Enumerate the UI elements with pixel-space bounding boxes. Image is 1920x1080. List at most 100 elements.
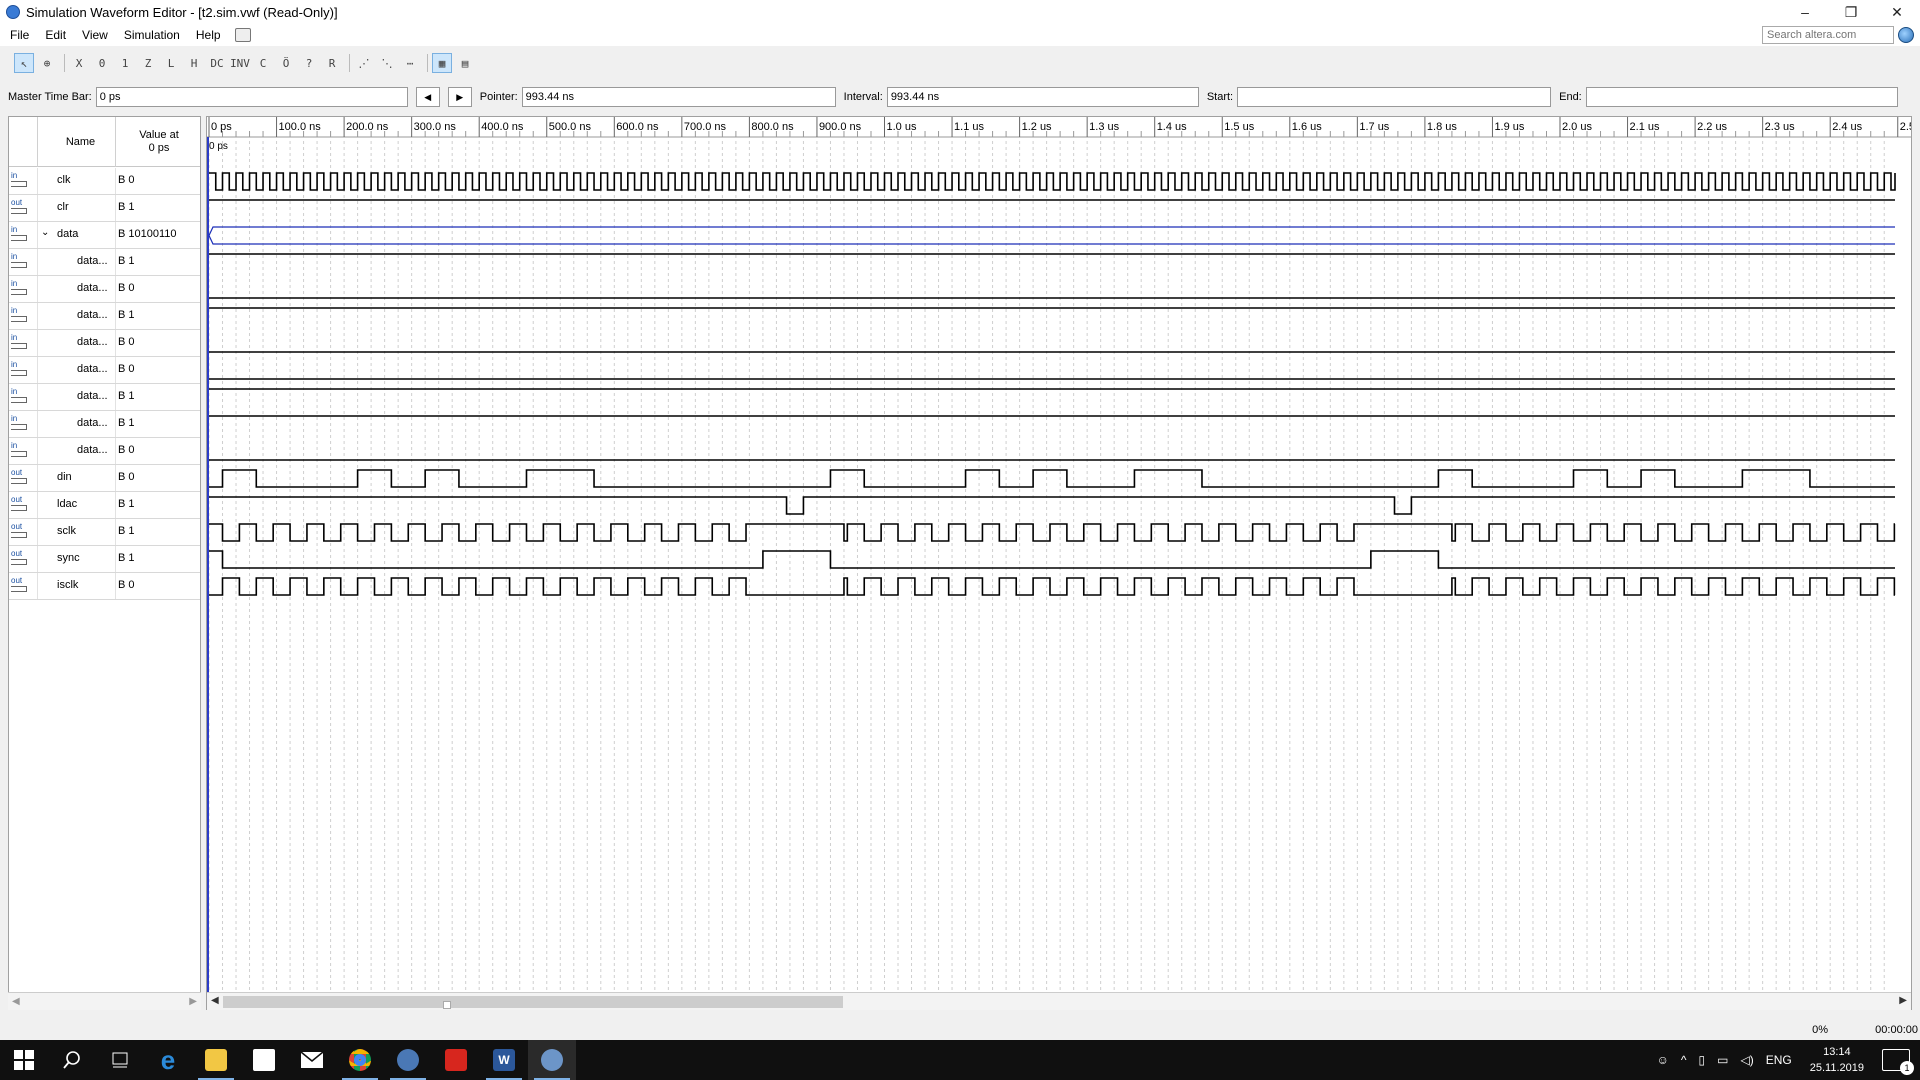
waveform-canvas[interactable]: 0 ps 100.0 ns 200.0 ns 300.0 ns 400.0 ns 500.… [207, 117, 1912, 993]
prev-transition-button[interactable]: ◀ [415, 87, 440, 107]
value-column-header[interactable]: Value at 0 ps [115, 117, 200, 167]
output-pin-icon: out [11, 577, 31, 595]
menu-simulation[interactable]: Simulation [116, 28, 188, 42]
signal-row[interactable]: in clk B 0 [9, 168, 200, 195]
weak-low-icon[interactable]: L [161, 53, 181, 73]
chevron-up-icon[interactable]: ^ [1681, 1053, 1687, 1067]
file-explorer-button[interactable] [192, 1040, 240, 1080]
menu-edit[interactable]: Edit [37, 28, 74, 42]
quartus-button[interactable] [384, 1040, 432, 1080]
volume-icon[interactable]: ◁) [1741, 1053, 1754, 1067]
signal-row[interactable]: out sclk B 1 [9, 519, 200, 546]
scroll-left-icon[interactable]: ◀ [12, 996, 20, 1007]
next-transition-button[interactable]: ▶ [447, 87, 472, 107]
system-tray: ☺ ^ ▯ ▭ ◁) ENG 13:14 25.11.2019 1 [1651, 1040, 1920, 1080]
comment-icon[interactable] [234, 28, 251, 42]
scroll-right-icon[interactable]: ▶ [1899, 995, 1907, 1006]
search-icon [63, 1051, 80, 1069]
signal-list-hscroll[interactable]: ◀ ▶ [8, 992, 201, 1010]
word-button[interactable]: W [480, 1040, 528, 1080]
run-timing-icon[interactable]: ▤ [455, 53, 475, 73]
signal-row[interactable]: out clr B 1 [9, 195, 200, 222]
clock-value-icon[interactable]: Ö [276, 53, 296, 73]
menu-view[interactable]: View [74, 28, 116, 42]
signal-row[interactable]: in ⌄ data B 10100110 [9, 222, 200, 249]
quartus-sim-button[interactable] [528, 1040, 576, 1080]
signal-name: clk [57, 174, 71, 186]
signal-row[interactable]: out ldac B 1 [9, 492, 200, 519]
high-impedance-icon[interactable]: Z [138, 53, 158, 73]
restore-button[interactable]: ❐ [1828, 0, 1874, 24]
chrome-button[interactable] [336, 1040, 384, 1080]
forcing-unknown-icon[interactable]: X [69, 53, 89, 73]
snap-transition-icon[interactable]: ⋱ [377, 53, 397, 73]
network-icon[interactable]: ▭ [1717, 1053, 1728, 1067]
task-view-button[interactable] [96, 1040, 144, 1080]
zoom-tool-icon[interactable]: ⊕ [37, 53, 57, 73]
random-value-icon[interactable]: R [322, 53, 342, 73]
invert-icon[interactable]: INV [230, 53, 250, 73]
signal-row[interactable]: in data... B 1 [9, 303, 200, 330]
snap-to-grid-icon[interactable]: ⋰ [354, 53, 374, 73]
selection-tool-icon[interactable]: ↖ [14, 53, 34, 73]
count-value-icon[interactable]: C [253, 53, 273, 73]
search-button[interactable] [48, 1040, 96, 1080]
end-field[interactable] [1585, 87, 1898, 107]
dont-care-icon[interactable]: DC [207, 53, 227, 73]
signal-row[interactable]: in data... B 0 [9, 357, 200, 384]
forcing-low-icon[interactable]: 0 [92, 53, 112, 73]
name-column-header[interactable]: Name [37, 117, 123, 167]
signal-value: B 1 [118, 309, 135, 321]
signal-row[interactable]: in data... B 0 [9, 276, 200, 303]
input-pin-icon: in [11, 307, 31, 325]
weak-high-icon[interactable]: H [184, 53, 204, 73]
chevron-down-icon[interactable]: ⌄ [41, 227, 49, 238]
arbitrary-value-icon[interactable]: ? [299, 53, 319, 73]
signal-name: data... [77, 363, 108, 375]
scroll-left-icon[interactable]: ◀ [211, 995, 219, 1006]
word-icon: W [493, 1049, 515, 1071]
signal-row[interactable]: in data... B 0 [9, 438, 200, 465]
search-input[interactable] [1762, 26, 1894, 44]
signal-row[interactable]: in data... B 1 [9, 384, 200, 411]
start-button[interactable] [0, 1040, 48, 1080]
people-icon[interactable]: ☺ [1657, 1053, 1669, 1067]
signal-row[interactable]: out din B 0 [9, 465, 200, 492]
ruler-tick-label: 600.0 ns [616, 121, 659, 133]
signal-row[interactable]: in data... B 1 [9, 411, 200, 438]
waveform-hscroll[interactable]: ◀ ▶ [207, 992, 1911, 1010]
edge-button[interactable]: e [144, 1040, 192, 1080]
minimize-button[interactable]: – [1782, 0, 1828, 24]
ruler-tick-label: 1.8 us [1427, 121, 1457, 133]
progress-percent: 0% [1812, 1024, 1828, 1036]
signal-row[interactable]: in data... B 0 [9, 330, 200, 357]
toolbar-separator [64, 54, 65, 72]
menu-help[interactable]: Help [188, 28, 229, 42]
scroll-thumb[interactable] [223, 996, 843, 1009]
signal-row[interactable]: in data... B 1 [9, 249, 200, 276]
master-time-bar-field[interactable]: 0 ps [95, 87, 408, 107]
signal-value: B 1 [118, 552, 135, 564]
forcing-high-icon[interactable]: 1 [115, 53, 135, 73]
menu-file[interactable]: File [2, 28, 37, 42]
usb-icon[interactable]: ▯ [1699, 1053, 1706, 1067]
signal-row[interactable]: out sync B 1 [9, 546, 200, 573]
scroll-right-icon[interactable]: ▶ [189, 996, 197, 1007]
mail-button[interactable] [288, 1040, 336, 1080]
store-button[interactable] [240, 1040, 288, 1080]
ruler-tick-label: 800.0 ns [751, 121, 794, 133]
waveform-panel[interactable]: 0 ps 100.0 ns 200.0 ns 300.0 ns 400.0 ns 500.… [206, 116, 1912, 1010]
close-button[interactable]: ✕ [1874, 0, 1920, 24]
pin-direction-label: in [11, 225, 18, 234]
grid-icon[interactable]: ⋯ [400, 53, 420, 73]
clock[interactable]: 13:14 25.11.2019 [1810, 1044, 1864, 1076]
ruler-tick-label: 1.4 us [1157, 121, 1187, 133]
language-indicator[interactable]: ENG [1766, 1053, 1792, 1067]
notification-icon[interactable]: 1 [1882, 1049, 1914, 1075]
acrobat-button[interactable] [432, 1040, 480, 1080]
signal-name: data... [77, 309, 108, 321]
signal-row[interactable]: out isclk B 0 [9, 573, 200, 600]
run-functional-icon[interactable]: ▦ [432, 53, 452, 73]
globe-icon[interactable] [1898, 27, 1914, 43]
start-field[interactable] [1237, 87, 1552, 107]
